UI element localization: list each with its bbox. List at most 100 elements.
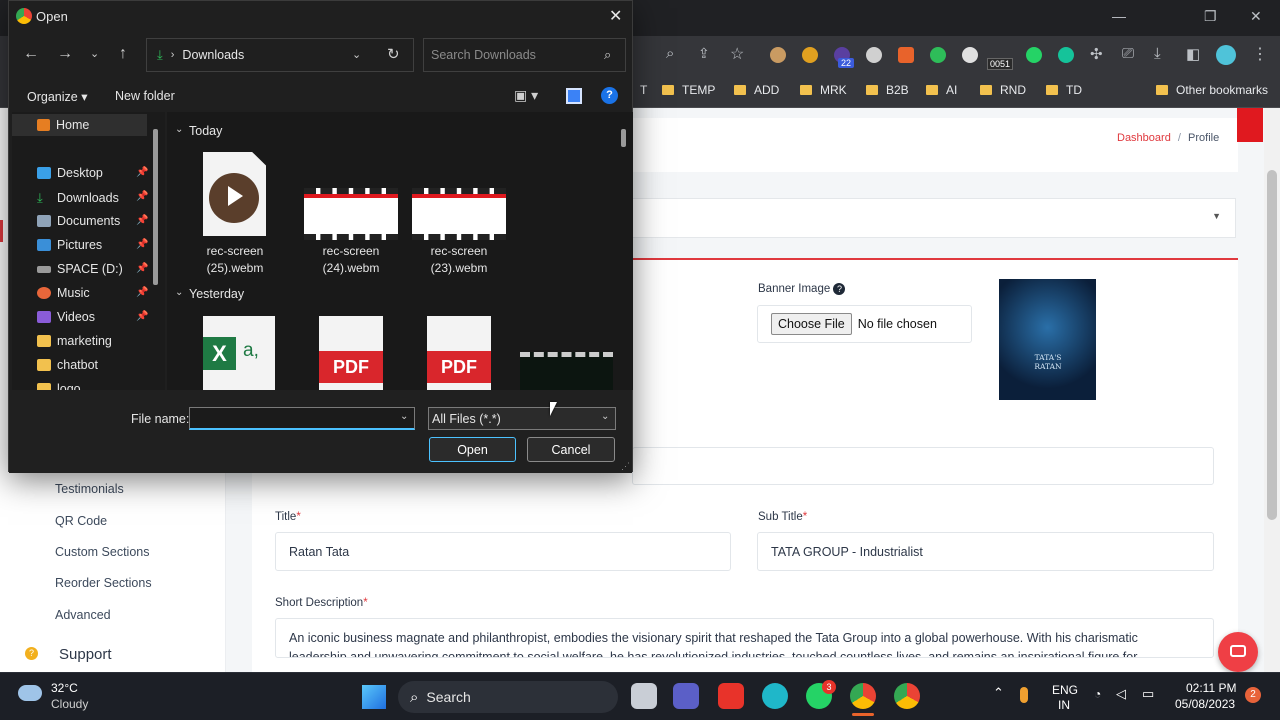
group-collapse-icon[interactable]: ⌄: [175, 124, 183, 135]
extensions-puzzle-icon[interactable]: ✣: [1090, 45, 1103, 63]
bookmark-partial[interactable]: T: [640, 83, 647, 97]
up-arrow-icon[interactable]: ↑: [119, 45, 127, 63]
profile-avatar[interactable]: [1216, 45, 1236, 65]
close-window-icon[interactable]: ✕: [1250, 8, 1262, 25]
taskbar-search[interactable]: ⌕ Search: [398, 681, 618, 713]
nav-item-downloads[interactable]: ⤓ Downloads: [37, 190, 119, 206]
clock-time[interactable]: 02:11 PM: [1186, 681, 1236, 695]
wifi-icon[interactable]: ◔: [1094, 687, 1101, 701]
sidebar-item-support[interactable]: Support: [59, 646, 112, 663]
tray-chevron-up-icon[interactable]: ⌃: [993, 685, 1004, 701]
view-options-icon[interactable]: ▣ ▾: [514, 87, 538, 104]
sidebar-item-advanced[interactable]: Advanced: [55, 608, 111, 622]
open-button[interactable]: Open: [429, 437, 516, 462]
extension-plus-icon[interactable]: [930, 47, 946, 63]
sidebar-item-qr-code[interactable]: QR Code: [55, 514, 107, 528]
nav-item-chatbot[interactable]: chatbot: [37, 358, 98, 372]
restore-icon[interactable]: ❐: [1204, 8, 1217, 25]
download-icon[interactable]: ⤓: [1154, 45, 1161, 62]
bookmark-other[interactable]: Other bookmarks: [1156, 83, 1268, 97]
weather-temp[interactable]: 32°C: [51, 681, 78, 695]
address-bar[interactable]: ⤓ › Downloads ⌄ ↻: [146, 38, 414, 72]
taskbar-canva-icon[interactable]: [762, 683, 788, 709]
nav-item-pictures[interactable]: Pictures: [37, 238, 102, 252]
nav-item-home[interactable]: Home: [37, 118, 89, 132]
clock-date[interactable]: 05/08/2023: [1175, 697, 1235, 711]
taskbar-chrome-profile-icon[interactable]: [894, 683, 920, 709]
notification-badge[interactable]: 2: [1245, 687, 1261, 703]
menu-kebab-icon[interactable]: ⋮: [1252, 44, 1268, 64]
battery-icon[interactable]: ▭: [1142, 686, 1154, 702]
refresh-icon[interactable]: ↻: [387, 45, 400, 63]
breadcrumb-dashboard[interactable]: Dashboard: [1117, 132, 1171, 144]
resize-grip-icon[interactable]: ⋰: [621, 461, 630, 472]
minimize-icon[interactable]: —: [1112, 8, 1126, 24]
bookmark-rnd[interactable]: RND: [980, 83, 1026, 97]
choose-file-button[interactable]: Choose File: [771, 313, 852, 335]
new-folder-button[interactable]: New folder: [115, 89, 175, 103]
nav-scrollbar-thumb[interactable]: [153, 129, 158, 285]
dialog-close-icon[interactable]: ✕: [609, 6, 622, 26]
bookmark-b2b[interactable]: B2B: [866, 83, 909, 97]
lang-line2[interactable]: IN: [1058, 698, 1070, 712]
chat-widget-button[interactable]: [1218, 632, 1258, 672]
file-thumb-video-23[interactable]: [412, 188, 506, 240]
zoom-icon[interactable]: ⌕: [666, 45, 674, 62]
lang-line1[interactable]: ENG: [1052, 683, 1078, 697]
microphone-icon[interactable]: [1020, 687, 1028, 703]
file-name-input[interactable]: ⌄: [189, 407, 415, 430]
address-dropdown-icon[interactable]: ⌄: [352, 48, 361, 61]
nav-item-documents[interactable]: Documents: [37, 214, 120, 228]
path-downloads[interactable]: Downloads: [182, 48, 244, 62]
organize-button[interactable]: Organize ▾: [27, 89, 87, 104]
file-label-23[interactable]: rec-screen (23).webm: [409, 243, 509, 277]
extension-owl-icon[interactable]: [770, 47, 786, 63]
file-label-25[interactable]: rec-screen (25).webm: [185, 243, 285, 277]
file-type-select[interactable]: All Files (*.*) ⌄: [428, 407, 616, 430]
bookmark-star-icon[interactable]: ☆: [730, 44, 744, 64]
help-icon[interactable]: ?: [833, 283, 846, 295]
file-label-24[interactable]: rec-screen (24).webm: [301, 243, 401, 277]
file-icon-excel[interactable]: X a,: [203, 316, 275, 390]
bookmark-temp[interactable]: TEMP: [662, 83, 715, 97]
extension-speed-icon[interactable]: [962, 47, 978, 63]
taskbar-teams-icon[interactable]: [673, 683, 699, 709]
banner-file-input[interactable]: Choose File No file chosen: [757, 305, 972, 343]
title-input[interactable]: Ratan Tata: [275, 532, 731, 571]
volume-icon[interactable]: ◁: [1116, 686, 1126, 702]
sidebar-item-reorder-sections[interactable]: Reorder Sections: [55, 576, 152, 590]
taskbar-task-view-icon[interactable]: [631, 683, 657, 709]
back-arrow-icon[interactable]: ←: [23, 45, 39, 63]
section-select[interactable]: ▼: [632, 198, 1236, 238]
windows-start-icon[interactable]: [362, 685, 386, 709]
cast-icon[interactable]: ⎚: [1122, 45, 1134, 62]
scrollbar-thumb[interactable]: [1267, 170, 1277, 520]
subtitle-input[interactable]: TATA GROUP - Industrialist: [757, 532, 1214, 571]
text-field-partial[interactable]: [632, 447, 1214, 485]
bookmark-mrk[interactable]: MRK: [800, 83, 847, 97]
page-scrollbar[interactable]: [1264, 108, 1280, 672]
bookmark-ai[interactable]: AI: [926, 83, 957, 97]
file-icon-pdf-2[interactable]: PDF: [427, 316, 491, 390]
weather-desc[interactable]: Cloudy: [51, 697, 88, 711]
preview-pane-icon[interactable]: [566, 88, 582, 104]
bookmark-td[interactable]: TD: [1046, 83, 1082, 97]
extension-whatsapp-icon[interactable]: [1026, 47, 1042, 63]
sidepanel-icon[interactable]: ◧: [1186, 45, 1200, 63]
extension-flag-icon[interactable]: [898, 47, 914, 63]
recent-chevron-icon[interactable]: ⌄: [90, 47, 99, 60]
bookmark-add[interactable]: ADD: [734, 83, 779, 97]
share-icon[interactable]: ⇪: [698, 45, 710, 62]
taskbar-anydesk-icon[interactable]: [718, 683, 744, 709]
file-scrollbar-thumb[interactable]: [621, 129, 626, 147]
sidebar-item-custom-sections[interactable]: Custom Sections: [55, 545, 149, 559]
sidebar-item-testimonials[interactable]: Testimonials: [55, 482, 124, 496]
floating-red-tab[interactable]: [1237, 108, 1263, 142]
nav-item-marketing[interactable]: marketing: [37, 334, 112, 348]
nav-item-logo[interactable]: logo: [37, 382, 81, 390]
file-icon-video-25[interactable]: [203, 152, 266, 236]
file-thumb-video-24[interactable]: [304, 188, 398, 240]
file-thumb-video-dark[interactable]: [520, 352, 613, 390]
forward-arrow-icon[interactable]: →: [57, 45, 73, 63]
nav-item-music[interactable]: Music: [37, 286, 90, 300]
